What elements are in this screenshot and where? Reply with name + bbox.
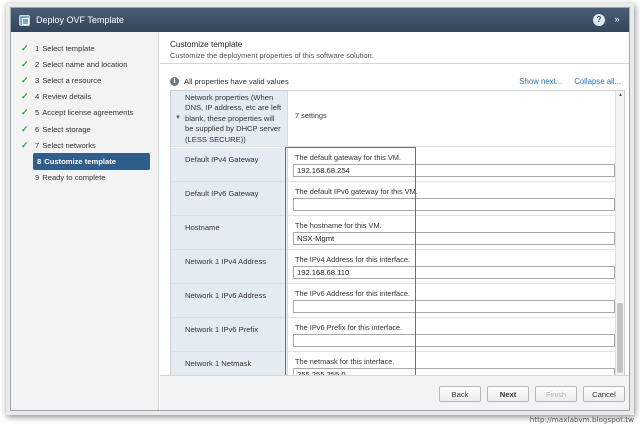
wizard-footer: Back Next Finish Cancel	[160, 375, 629, 410]
collapse-arrow-icon[interactable]: ▼	[175, 113, 181, 123]
back-button[interactable]: Back	[439, 386, 481, 402]
checkmark-icon: ✓	[21, 74, 29, 85]
status-text: All properties have valid values	[184, 76, 289, 86]
property-description: The IPv4 Address for this interface.	[295, 255, 411, 264]
scroll-thumb[interactable]	[617, 303, 623, 373]
property-row: Network 1 IPv6 Address The IPv6 Address f…	[171, 284, 616, 318]
step-label: Customize template	[44, 156, 116, 166]
property-value-input[interactable]	[293, 300, 615, 313]
header-divider	[160, 63, 629, 64]
step-number: 3	[35, 75, 40, 85]
property-value-input[interactable]	[293, 266, 615, 279]
step-number: 6	[35, 124, 40, 134]
info-icon: i	[170, 76, 179, 86]
step-number: 5	[35, 108, 40, 118]
vertical-scrollbar[interactable]: ▲ ▼	[615, 91, 624, 384]
group-label-line: DNS, IP address, etc are left	[185, 103, 282, 113]
group-settings-count: 7 settings	[295, 111, 327, 120]
step-number: 2	[35, 59, 40, 69]
step-number: 8	[37, 156, 42, 166]
scroll-up-icon[interactable]: ▲	[616, 91, 624, 100]
property-description: The netmask for this interface.	[295, 357, 395, 366]
show-next-link[interactable]: Show next...	[519, 77, 562, 86]
step-number: 1	[35, 43, 40, 53]
popout-icon[interactable]: »	[611, 14, 623, 26]
step-label: Accept license agreements	[42, 108, 134, 118]
wizard-step-6[interactable]: ✓ 6 Select storage	[11, 121, 158, 137]
vmware-logo-icon	[19, 14, 30, 26]
property-label: Default IPv4 Gateway	[171, 148, 288, 181]
group-row-network-properties[interactable]: ▼ Network properties (When DNS, IP addres…	[171, 91, 616, 147]
title-bar: Deploy OVF Template ? »	[11, 8, 629, 32]
property-description: The default IPv6 gateway for this VM.	[295, 187, 418, 196]
property-label: Hostname	[171, 216, 288, 249]
property-description: The default gateway for this VM.	[295, 153, 401, 162]
wizard-step-8[interactable]: 8 Customize template	[33, 153, 150, 170]
wizard-step-2[interactable]: ✓ 2 Select name and location	[11, 56, 158, 72]
property-label: Default IPv6 Gateway	[171, 182, 288, 215]
property-label: Network 1 IPv4 Address	[171, 250, 288, 283]
step-label: Select networks	[42, 140, 96, 150]
watermark: http://maxlabvm.blogspot.tw	[529, 415, 634, 424]
help-icon[interactable]: ?	[593, 14, 605, 26]
page-subtitle: Customize the deployment properties of t…	[170, 51, 374, 60]
checkmark-icon: ✓	[21, 42, 29, 53]
next-button[interactable]: Next	[487, 386, 529, 402]
property-row: Hostname The hostname for this VM.	[171, 216, 616, 250]
step-number: 4	[35, 92, 40, 102]
wizard-step-3[interactable]: ✓ 3 Select a resource	[11, 72, 158, 88]
main-panel: Customize template Customize the deploym…	[160, 32, 629, 385]
property-value-input[interactable]	[293, 164, 615, 177]
validation-status: i All properties have valid values Show …	[170, 75, 621, 87]
property-value-input[interactable]	[293, 198, 615, 211]
window-title: Deploy OVF Template	[36, 15, 124, 25]
group-label-line: (LESS SECURE))	[185, 134, 246, 144]
group-label-line: blank, these properties will	[185, 113, 275, 123]
step-label: Select a resource	[42, 75, 102, 85]
property-label: Network 1 IPv6 Address	[171, 284, 288, 317]
checkmark-icon: ✓	[21, 58, 29, 69]
screenshot-frame: Deploy OVF Template ? » ✓ 1 Select templat…	[6, 3, 634, 415]
wizard-step-4[interactable]: ✓ 4 Review details	[11, 89, 158, 105]
wizard-step-5[interactable]: ✓ 5 Accept license agreements	[11, 105, 158, 121]
step-label: Select name and location	[42, 59, 128, 69]
step-number: 9	[35, 173, 40, 183]
checkmark-icon: ✓	[21, 139, 29, 150]
wizard-step-1[interactable]: ✓ 1 Select template	[11, 40, 158, 56]
step-number: 7	[35, 140, 40, 150]
step-label: Review details	[42, 92, 92, 102]
step-label: Select storage	[42, 124, 91, 134]
group-label-line: be supplied by DHCP server	[185, 124, 281, 134]
collapse-all-link[interactable]: Collapse all...	[574, 77, 621, 86]
wizard-step-7[interactable]: ✓ 7 Select networks	[11, 137, 158, 153]
property-label: Network 1 IPv6 Prefix	[171, 318, 288, 351]
cancel-button[interactable]: Cancel	[583, 386, 625, 402]
checkmark-icon: ✓	[21, 107, 29, 118]
properties-grid: ▼ Network properties (When DNS, IP addres…	[170, 90, 625, 385]
wizard-steps: ✓ 1 Select template ✓ 2 Select name and locat…	[11, 32, 159, 410]
property-value-input[interactable]	[293, 334, 615, 347]
group-label-line: Network properties (When	[185, 93, 274, 102]
property-row: Network 1 IPv6 Prefix The IPv6 Prefix for…	[171, 318, 616, 352]
checkmark-icon: ✓	[21, 123, 29, 134]
property-value-input[interactable]	[293, 232, 615, 245]
step-label: Select template	[42, 43, 95, 53]
page-title: Customize template	[170, 40, 243, 49]
checkmark-icon: ✓	[21, 91, 29, 102]
deploy-ovf-dialog: Deploy OVF Template ? » ✓ 1 Select templat…	[10, 7, 630, 411]
property-description: The hostname for this VM.	[295, 221, 382, 230]
property-row: Default IPv4 Gateway The default gateway …	[171, 148, 616, 182]
step-label: Ready to complete	[42, 173, 106, 183]
wizard-step-9[interactable]: 9 Ready to complete	[11, 170, 158, 186]
property-description: The IPv6 Prefix for this interface.	[295, 323, 403, 332]
property-row: Network 1 IPv4 Address The IPv4 Address f…	[171, 250, 616, 284]
group-label: ▼ Network properties (When DNS, IP addres…	[171, 91, 288, 146]
property-description: The IPv6 Address for this interface.	[295, 289, 411, 298]
group-label-text: Network properties (When DNS, IP address,…	[185, 93, 283, 145]
property-row: Default IPv6 Gateway The default IPv6 gat…	[171, 182, 616, 216]
finish-button[interactable]: Finish	[535, 386, 577, 402]
